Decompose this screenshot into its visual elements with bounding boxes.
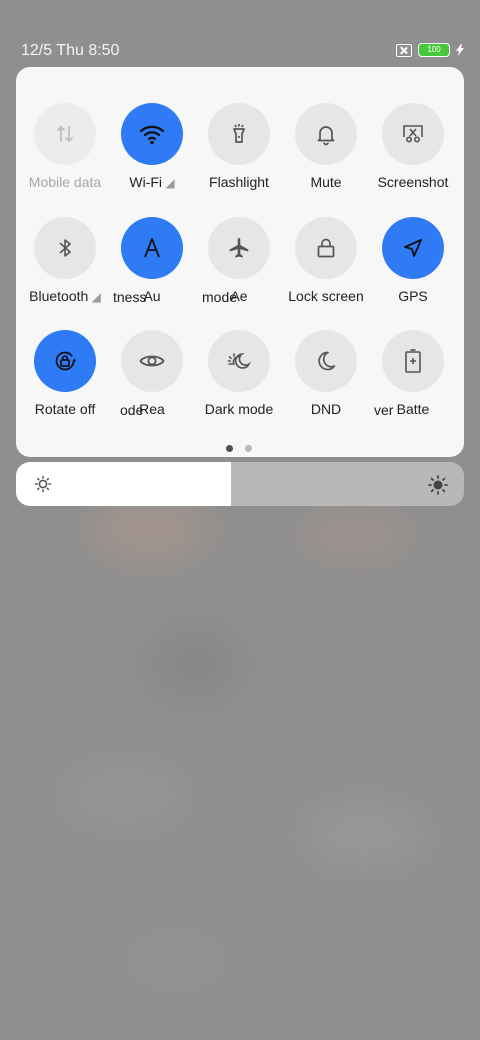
tile-label-text: Batte [396,401,430,417]
tile-label: Bluetooth ◢ [19,288,111,304]
no-sim-icon [396,43,412,57]
tile-label: DND [280,401,372,417]
ghost-label: mode [202,289,238,305]
ghost-label: ver [374,402,394,418]
tile-label-text: Mute [310,174,342,190]
tile-label: Lock screen [280,288,372,304]
brightness-high-icon [428,475,448,495]
tile-label-text: Dark mode [204,401,274,417]
tile-label-text: Wi-Fi [129,174,163,190]
page-indicator [226,445,252,452]
tile-label: Mobile data [19,174,111,190]
ghost-label: ode [120,402,144,418]
tile-flashlight[interactable]: Flashlight [193,103,285,203]
tile-label: GPS [367,288,459,304]
status-time: 12/5 Thu 8:50 [21,42,120,59]
bluetooth-icon [34,217,96,279]
screenshot-icon [382,103,444,165]
bell-icon [295,103,357,165]
tile-label: Rotate off [19,401,111,417]
signal-triangle-icon: ◢ [162,176,175,190]
tile-label: Flashlight [193,174,285,190]
page-dot-2[interactable] [245,445,252,452]
location-arrow-icon [382,217,444,279]
mobile-data-icon [34,103,96,165]
tile-lock-screen[interactable]: Lock screen [280,217,372,317]
tile-dnd[interactable]: DND [280,330,372,430]
tile-mobile-data[interactable]: Mobile data [19,103,111,203]
tile-label-text: Mobile data [28,174,102,190]
status-icons: 100 [396,43,464,57]
wifi-icon [121,103,183,165]
flashlight-icon [208,103,270,165]
tile-label-text: Rotate off [34,401,96,417]
tile-label: Mute [280,174,372,190]
tile-bluetooth[interactable]: Bluetooth ◢ [19,217,111,317]
tile-dark-mode[interactable]: Dark mode [193,330,285,430]
dark-mode-icon [208,330,270,392]
tile-label-text: Screenshot [377,174,449,190]
battery-saver-icon [382,330,444,392]
brightness-slider[interactable] [16,462,464,506]
tile-mute[interactable]: Mute [280,103,372,203]
rotate-lock-icon [34,330,96,392]
tile-gps[interactable]: GPS [367,217,459,317]
tile-label: Screenshot [367,174,459,190]
auto-brightness-icon [121,217,183,279]
brightness-low-icon [34,475,52,493]
tile-label-text: Flashlight [209,174,269,190]
charging-bolt-icon [456,44,464,56]
tile-rotate-off[interactable]: Rotate off [19,330,111,430]
page-dot-1[interactable] [226,445,233,452]
tile-label-text: GPS [398,288,428,304]
tile-label: Dark mode [193,401,285,417]
eye-icon [121,330,183,392]
tile-screenshot[interactable]: Screenshot [367,103,459,203]
tile-label: Wi-Fi ◢ [106,174,198,190]
moon-icon [295,330,357,392]
battery-icon: 100 [418,43,450,57]
tile-label-text: DND [310,401,342,417]
signal-triangle-icon: ◢ [88,290,101,304]
tile-label-text: Bluetooth [29,288,89,304]
ghost-label: tness [113,289,147,305]
quick-settings-panel: Mobile data Wi-Fi ◢ Flashlight Mute Screensh… [16,67,464,457]
tile-label-text: Lock screen [288,288,364,304]
lock-icon [295,217,357,279]
tile-wi-fi[interactable]: Wi-Fi ◢ [106,103,198,203]
airplane-icon [208,217,270,279]
